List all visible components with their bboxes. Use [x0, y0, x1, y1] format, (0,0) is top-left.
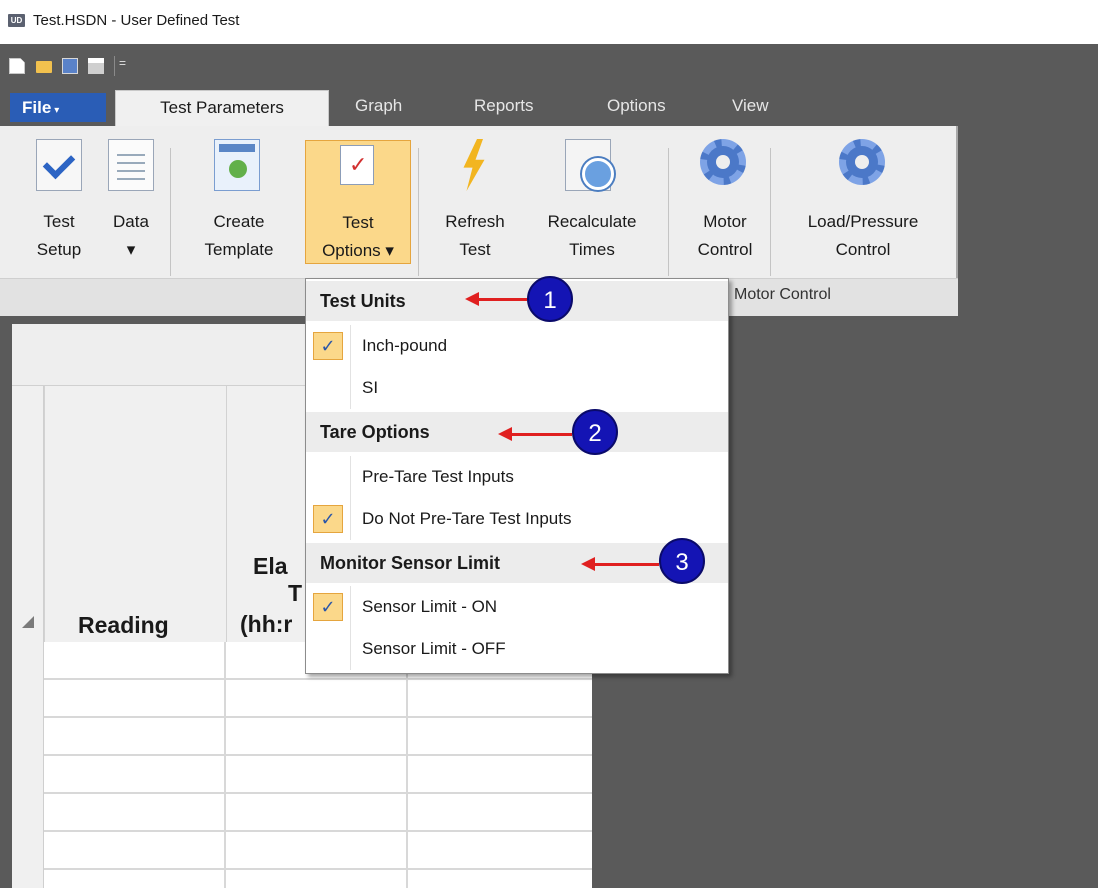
tab-file-label: File — [22, 98, 52, 117]
menu-header-test-units: Test Units — [306, 281, 728, 321]
row-header-column — [12, 386, 44, 888]
tab-file[interactable]: File ▾ — [10, 93, 106, 122]
annotation-arrow-1 — [465, 292, 527, 306]
data-button[interactable]: Data ▾ — [100, 126, 162, 276]
data-icon — [108, 139, 154, 191]
gear-icon — [839, 139, 885, 185]
annotation-arrow-2 — [498, 427, 572, 441]
customize-toolbar-icon[interactable]: = — [119, 56, 126, 70]
create-template-button[interactable]: Create Template — [184, 126, 294, 276]
recalculate-times-button[interactable]: Recalculate Times — [525, 126, 659, 276]
table-row[interactable] — [44, 832, 592, 870]
checkmark-icon: ✓ — [313, 505, 343, 533]
gear-icon — [700, 139, 746, 185]
table-row[interactable] — [44, 718, 592, 756]
tab-test-parameters[interactable]: Test Parameters — [115, 90, 329, 127]
load-pressure-control-button[interactable]: Load/Pressure Control — [775, 126, 951, 276]
ribbon-tab-bar: File ▾ Test Parameters Graph Reports Opti… — [0, 86, 1098, 127]
quick-access-toolbar: = — [0, 44, 1098, 86]
menu-gutter — [350, 456, 351, 498]
group-label-motor-control: Motor Control — [734, 286, 831, 303]
menu-gutter — [350, 325, 351, 367]
annotation-arrow-3 — [581, 557, 659, 571]
annotation-callout-1: 1 — [527, 276, 573, 322]
annotation-callout-2: 2 — [572, 409, 618, 455]
tab-graph[interactable]: Graph — [345, 86, 412, 126]
refresh-test-button[interactable]: Refresh Test — [425, 126, 525, 276]
create-template-label: Create Template — [204, 212, 274, 259]
lightning-icon — [451, 139, 497, 191]
chevron-down-icon: ▾ — [54, 105, 60, 116]
menu-item-label: Do Not Pre-Tare Test Inputs — [362, 509, 572, 528]
menu-gutter — [350, 586, 351, 628]
ribbon-separator — [170, 148, 171, 276]
menu-item-do-not-pre-tare-test-inputs[interactable]: ✓ Do Not Pre-Tare Test Inputs — [306, 498, 728, 540]
menu-item-pre-tare-test-inputs[interactable]: Pre-Tare Test Inputs — [306, 456, 728, 498]
checkmark-icon: ✓ — [313, 332, 343, 360]
menu-item-sensor-limit-off[interactable]: Sensor Limit - OFF — [306, 628, 728, 670]
test-options-dropdown-menu: Test Units ✓ Inch-pound SI Tare Options … — [305, 278, 729, 674]
load-pressure-control-label: Load/Pressure Control — [807, 212, 919, 259]
title-bar: UD Test.HSDN - User Defined Test — [0, 0, 1098, 44]
column-label-elapsed-line1: Ela — [253, 553, 288, 579]
test-setup-label: Test Setup — [36, 212, 82, 259]
test-options-label: Test Options ▾ — [322, 213, 394, 260]
recalculate-times-label: Recalculate Times — [547, 212, 637, 259]
ribbon-separator — [770, 148, 771, 276]
motor-control-label: Motor Control — [697, 212, 753, 259]
app-icon: UD — [8, 14, 25, 27]
open-folder-icon[interactable] — [36, 61, 52, 73]
column-label-reading: Reading — [78, 612, 169, 638]
table-row[interactable] — [44, 870, 592, 888]
menu-item-si[interactable]: SI — [306, 367, 728, 409]
tab-reports[interactable]: Reports — [464, 86, 544, 126]
refresh-test-label: Refresh Test — [445, 212, 505, 259]
test-setup-icon — [36, 139, 82, 191]
ribbon-separator — [418, 148, 419, 276]
clock-icon — [565, 139, 614, 191]
menu-item-label: Inch-pound — [362, 336, 448, 355]
new-file-icon[interactable] — [9, 58, 25, 74]
table-row[interactable] — [44, 680, 592, 718]
window-title: Test.HSDN - User Defined Test — [33, 12, 240, 29]
menu-gutter — [350, 628, 351, 670]
menu-item-label: Pre-Tare Test Inputs — [362, 467, 514, 486]
print-icon[interactable] — [88, 58, 104, 74]
test-setup-button[interactable]: Test Setup — [24, 126, 94, 276]
menu-item-label: Sensor Limit - ON — [362, 597, 498, 616]
menu-item-label: Sensor Limit - OFF — [362, 639, 506, 658]
annotation-callout-3: 3 — [659, 538, 705, 584]
menu-gutter — [350, 498, 351, 540]
test-options-button[interactable]: Test Options ▾ — [305, 140, 411, 264]
column-label-elapsed-line2: T — [288, 580, 303, 606]
tab-view[interactable]: View — [722, 86, 779, 126]
save-icon[interactable] — [62, 58, 78, 74]
menu-header-tare-options: Tare Options — [306, 412, 728, 452]
test-options-icon — [340, 145, 374, 185]
menu-gutter — [350, 367, 351, 409]
data-label: Data ▾ — [113, 212, 149, 259]
tab-options[interactable]: Options — [597, 86, 676, 126]
toolbar-separator — [114, 56, 115, 76]
column-header-reading[interactable] — [44, 386, 226, 642]
select-all-corner[interactable] — [22, 616, 34, 628]
menu-item-inch-pound[interactable]: ✓ Inch-pound — [306, 325, 728, 367]
column-label-elapsed-line3: (hh:r — [240, 611, 293, 637]
table-row[interactable] — [44, 756, 592, 794]
table-row[interactable] — [44, 794, 592, 832]
template-icon — [214, 139, 260, 191]
menu-item-label: SI — [362, 378, 379, 397]
checkmark-icon: ✓ — [313, 593, 343, 621]
motor-control-button[interactable]: Motor Control — [682, 126, 768, 276]
menu-item-sensor-limit-on[interactable]: ✓ Sensor Limit - ON — [306, 586, 728, 628]
ribbon-separator — [668, 148, 669, 276]
